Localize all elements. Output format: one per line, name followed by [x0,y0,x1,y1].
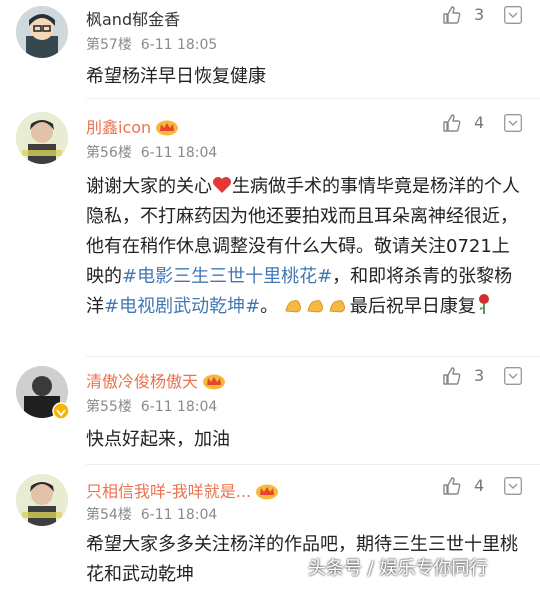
floor-number: 第56楼 [86,145,132,161]
crown-icon [203,374,226,390]
divider [86,98,540,99]
avatar[interactable] [16,112,68,164]
topic-link[interactable]: #电影三生三世十里桃花# [122,266,332,287]
comment-text: 希望杨洋早日恢复健康 [86,66,266,87]
username-text: 清傲冷俊杨傲天 [86,372,199,391]
heart-emoji-icon [213,177,231,193]
floor-number: 第57楼 [86,37,132,53]
text-segment: 谢谢大家的关心 [86,176,212,197]
comment-date: 6-11 18:04 [140,145,218,161]
comment-date: 6-11 18:04 [140,399,218,415]
username-text: 只相信我咩-我咩就是... [86,482,252,501]
crown-icon [256,484,279,500]
username-text: 刖鑫icon [86,118,152,137]
like-count: 3 [474,5,485,24]
comment-meta: 第55楼 6-11 18:04 [86,396,217,416]
comment-meta: 第54楼 6-11 18:04 [86,504,217,524]
divider [86,356,540,357]
like-count: 4 [474,113,485,132]
thumbs-up-icon[interactable] [442,113,462,133]
floor-number: 第55楼 [86,399,132,415]
username[interactable]: 刖鑫icon [86,114,179,138]
thumbs-up-icon[interactable] [442,5,462,25]
more-chevron-icon[interactable] [504,114,522,132]
comment-meta: 第57楼 6-11 18:05 [86,34,217,54]
divider [86,464,540,465]
avatar[interactable] [16,6,68,58]
watermark: 头条号 / 娱乐专你同行 [308,558,488,579]
vip-badge-icon [52,402,70,420]
username[interactable]: 枫and郁金香 [86,6,180,30]
comment-text: 谢谢大家的关心 生病做手术的事情毕竟是杨洋的个人隐私，不打麻药因为他还要拍戏而且耳… [86,172,526,325]
username[interactable]: 清傲冷俊杨傲天 [86,368,226,392]
like-count: 3 [474,366,485,385]
crown-icon [156,120,179,136]
username[interactable]: 只相信我咩-我咩就是... [86,478,279,502]
rose-emoji-icon [478,294,489,314]
comment-date: 6-11 18:05 [140,37,218,53]
photo-avatar-icon [16,112,68,164]
avatar[interactable] [16,474,68,526]
cartoon-boy-avatar-icon [16,6,68,58]
comment-text: 快点好起来，加油 [86,429,230,450]
text-segment: 最后祝早日康复 [349,296,476,317]
more-chevron-icon[interactable] [504,367,522,385]
more-chevron-icon[interactable] [504,477,522,495]
thumbs-up-icon[interactable] [442,476,462,496]
photo-avatar-icon [16,474,68,526]
like-count: 4 [474,476,485,495]
floor-number: 第54楼 [86,507,132,523]
more-chevron-icon[interactable] [504,6,522,24]
comment-meta: 第56楼 6-11 18:04 [86,142,217,162]
flexed-biceps-emoji-icon [284,295,350,325]
text-segment: 。 [260,296,279,317]
thumbs-up-icon[interactable] [442,366,462,386]
comment-date: 6-11 18:04 [140,507,218,523]
topic-link[interactable]: #电视剧武动乾坤# [104,296,260,317]
